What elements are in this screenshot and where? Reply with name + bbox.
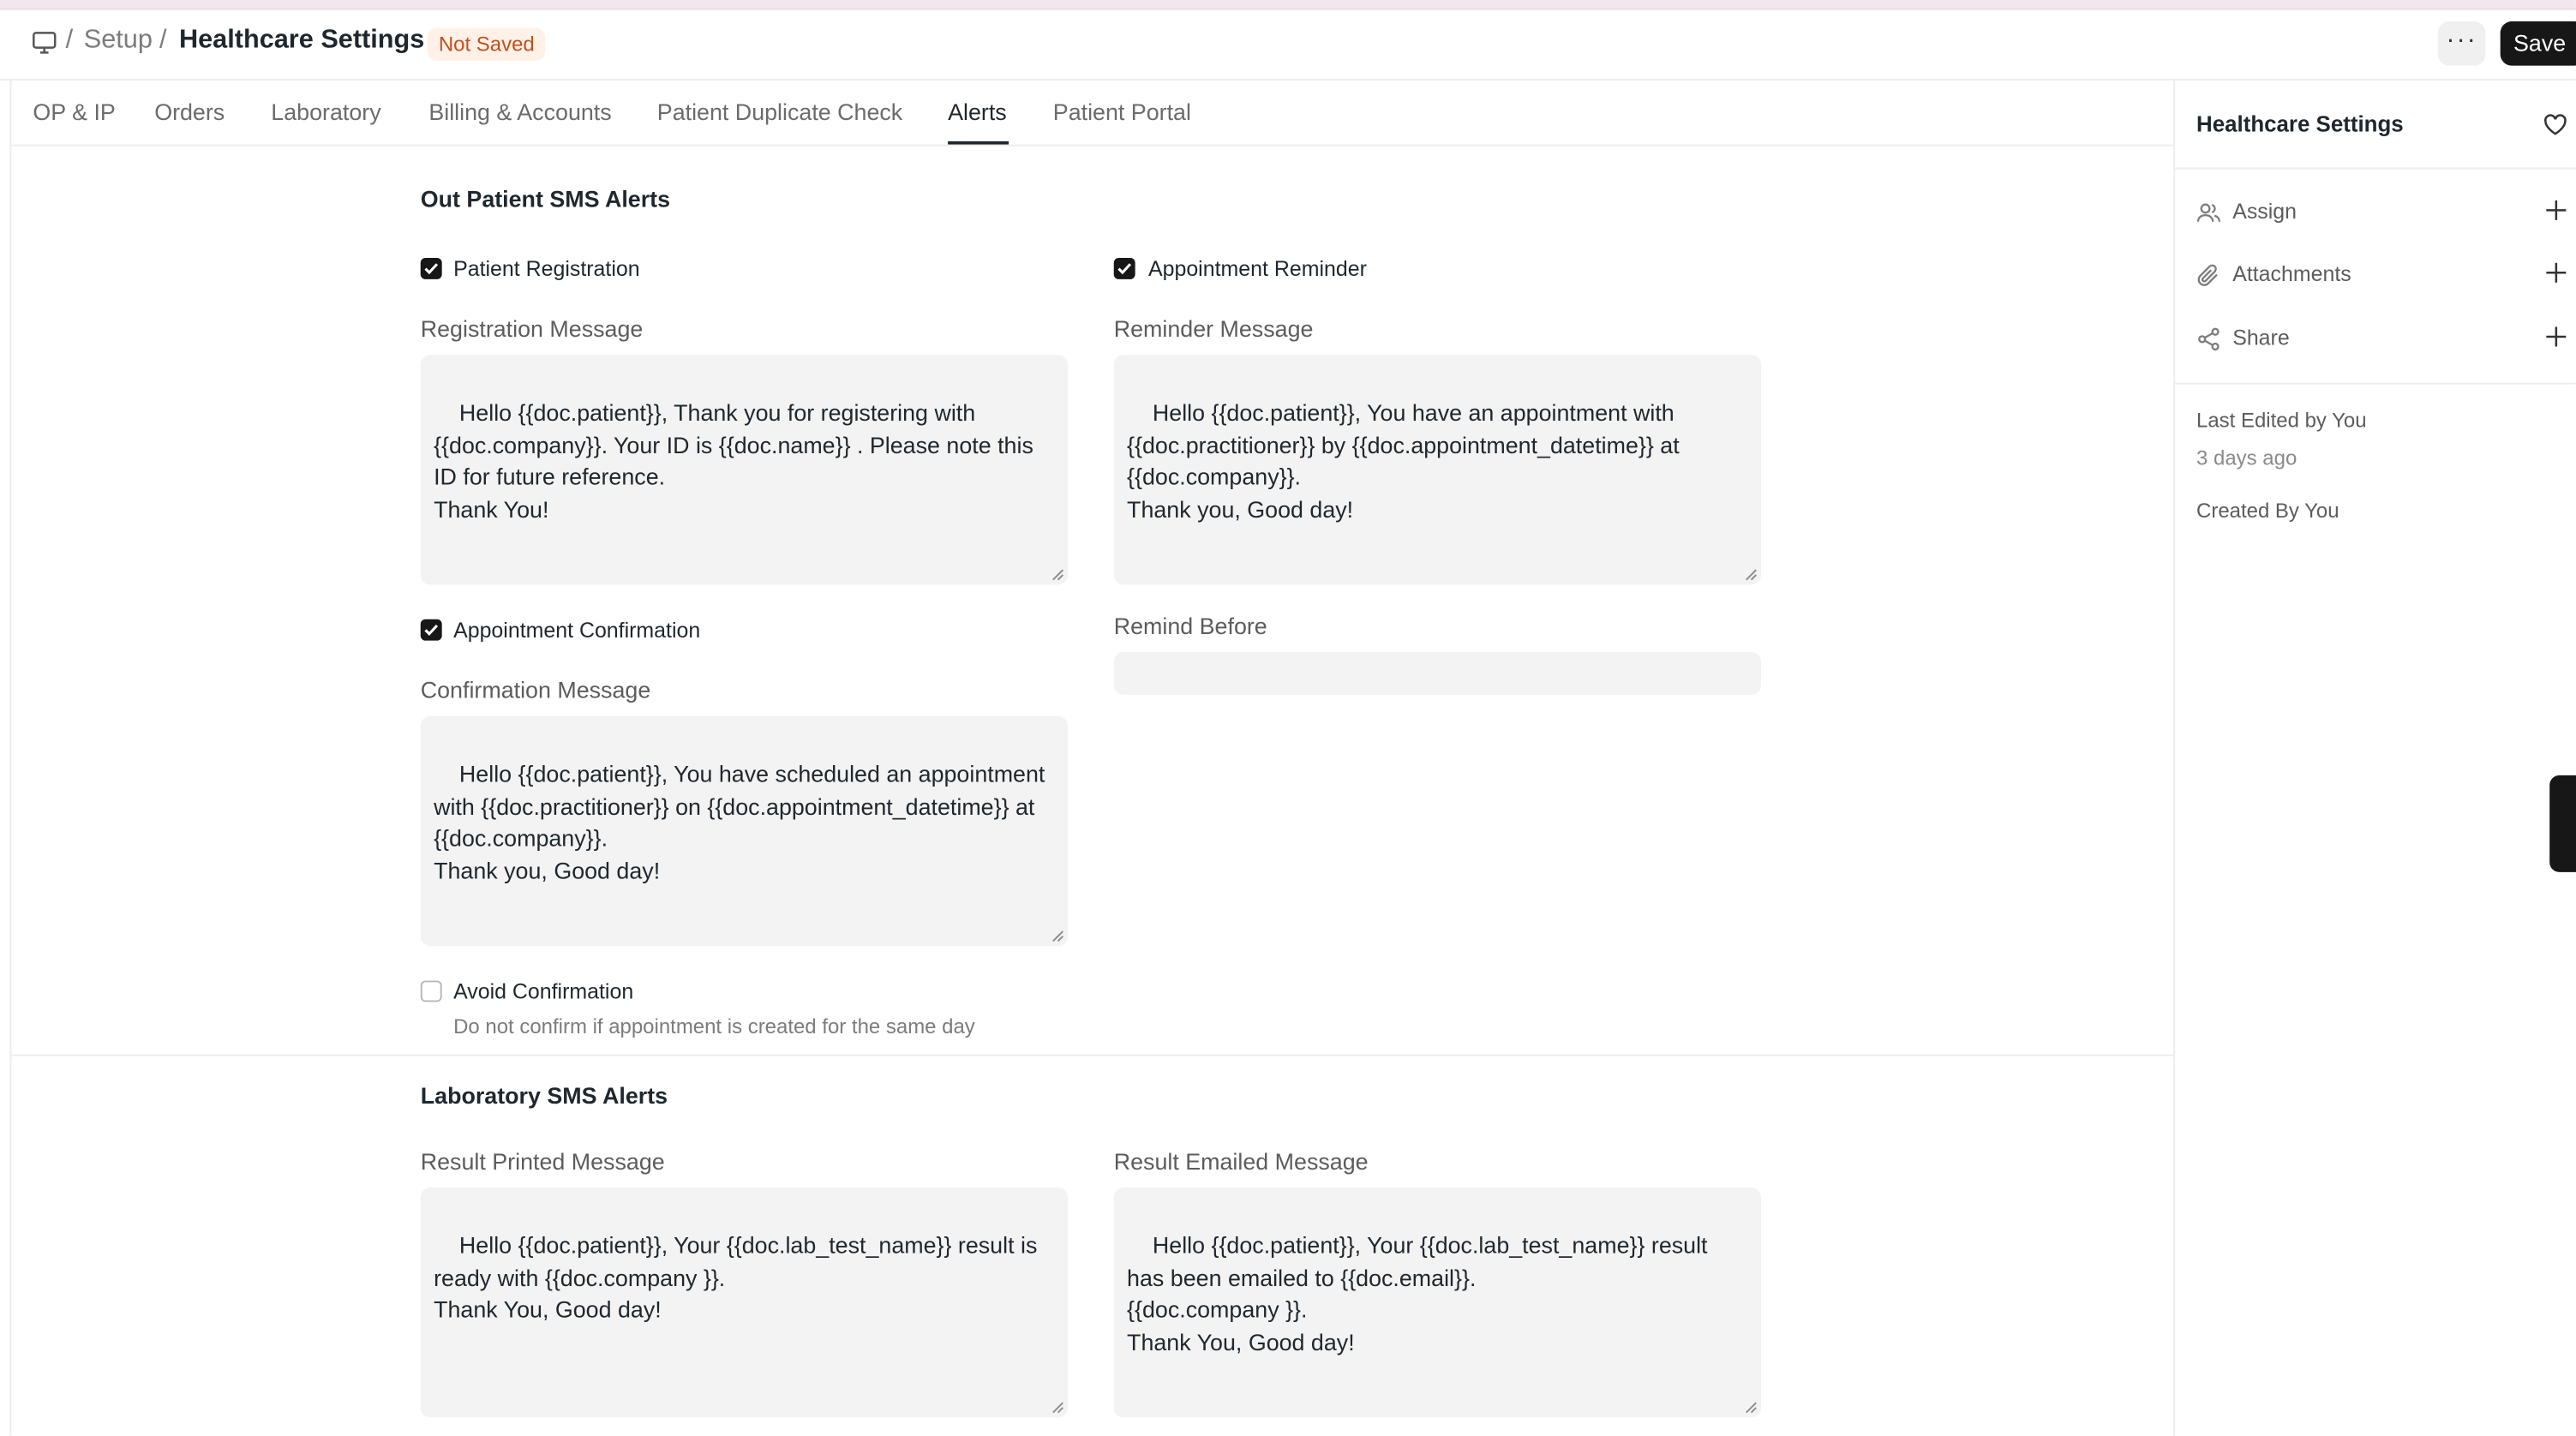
edge-toggle-button[interactable] (2549, 775, 2576, 872)
sidebar-divider-bottom (2175, 382, 2576, 385)
sidebar-item-label: Share (2232, 325, 2290, 350)
tab-orders[interactable]: Orders (154, 99, 225, 125)
result-printed-message-text: Hello {{doc.patient}}, Your {{doc.lab_te… (434, 1231, 1038, 1323)
registration-message-label: Registration Message (420, 315, 644, 342)
result-printed-message-textarea[interactable]: Hello {{doc.patient}}, Your {{doc.lab_te… (420, 1187, 1069, 1418)
last-edited-text[interactable]: Last Edited by You (2196, 409, 2367, 432)
patient-registration-checkbox[interactable] (420, 257, 442, 279)
plus-icon[interactable] (2544, 326, 2567, 349)
top-accent-line (0, 0, 2576, 10)
tab-alerts[interactable]: Alerts (948, 99, 1007, 125)
tab-patient-portal[interactable]: Patient Portal (1053, 99, 1191, 125)
section-divider (9, 1054, 2174, 1056)
users-icon (2196, 203, 2221, 222)
resize-handle-icon[interactable] (1051, 568, 1064, 581)
left-edge-divider (9, 79, 12, 1436)
result-emailed-message-textarea[interactable]: Hello {{doc.patient}}, Your {{doc.lab_te… (1113, 1187, 1762, 1418)
confirmation-message-text: Hello {{doc.patient}}, You have schedule… (434, 760, 1045, 884)
appointment-reminder-checkbox[interactable] (1113, 257, 1135, 279)
reminder-message-label: Reminder Message (1113, 315, 1314, 342)
appointment-confirmation-label[interactable]: Appointment Confirmation (453, 618, 700, 643)
result-emailed-message-label: Result Emailed Message (1113, 1147, 1369, 1175)
more-actions-button[interactable]: ··· (2437, 21, 2486, 66)
resize-handle-icon[interactable] (1051, 930, 1064, 942)
registration-message-textarea[interactable]: Hello {{doc.patient}}, Thank you for reg… (420, 355, 1069, 585)
paperclip-icon (2197, 264, 2218, 286)
status-badge: Not Saved (427, 27, 547, 61)
save-button[interactable]: Save (2500, 21, 2576, 66)
section-title-laboratory: Laboratory SMS Alerts (420, 1082, 668, 1109)
heart-icon[interactable] (2543, 113, 2568, 136)
page-header: / Setup / Healthcare Settings Not Saved … (0, 10, 2576, 80)
tab-billing-accounts[interactable]: Billing & Accounts (428, 99, 611, 125)
avoid-confirmation-checkbox[interactable] (420, 980, 442, 1002)
reminder-message-text: Hello {{doc.patient}}, You have an appoi… (1127, 398, 1680, 523)
breadcrumb-separator: / (159, 26, 167, 55)
avoid-confirmation-description: Do not confirm if appointment is created… (453, 1014, 975, 1038)
registration-message-text: Hello {{doc.patient}}, Thank you for reg… (434, 398, 1033, 523)
sidebar-item-share[interactable]: Share (2196, 324, 2576, 356)
sidebar-divider-top (2175, 167, 2576, 170)
appointment-confirmation-checkbox[interactable] (420, 619, 442, 641)
tabs-divider (9, 144, 2174, 147)
avoid-confirmation-label[interactable]: Avoid Confirmation (453, 979, 633, 1004)
check-icon (424, 624, 439, 636)
resize-handle-icon[interactable] (1745, 568, 1758, 581)
desktop-icon[interactable] (31, 30, 57, 57)
remind-before-label: Remind Before (1113, 613, 1267, 639)
sidebar-item-assign[interactable]: Assign (2196, 197, 2576, 230)
section-title-out-patient: Out Patient SMS Alerts (420, 185, 671, 212)
sidebar-item-label: Attachments (2232, 260, 2351, 286)
appointment-reminder-label[interactable]: Appointment Reminder (1148, 256, 1367, 281)
reminder-message-textarea[interactable]: Hello {{doc.patient}}, You have an appoi… (1113, 355, 1762, 585)
share-icon (2198, 327, 2220, 351)
tab-op-ip[interactable]: OP & IP (33, 99, 115, 125)
check-icon (424, 263, 439, 275)
check-icon (1117, 263, 1132, 275)
last-edited-time: 3 days ago (2196, 446, 2297, 470)
remind-before-input[interactable] (1113, 652, 1762, 695)
tab-patient-duplicate-check[interactable]: Patient Duplicate Check (657, 99, 902, 125)
result-printed-message-label: Result Printed Message (420, 1147, 665, 1175)
header-divider (0, 79, 2576, 81)
resize-handle-icon[interactable] (1051, 1401, 1064, 1414)
sidebar-item-attachments[interactable]: Attachments (2196, 260, 2576, 292)
plus-icon[interactable] (2544, 261, 2567, 284)
ellipsis-icon: ··· (2446, 26, 2477, 55)
tab-laboratory[interactable]: Laboratory (271, 99, 380, 125)
confirmation-message-label: Confirmation Message (420, 676, 651, 703)
created-by-text[interactable]: Created By You (2196, 500, 2339, 523)
sidebar-divider (2173, 79, 2176, 1436)
breadcrumb-setup[interactable]: Setup (84, 27, 153, 57)
confirmation-message-textarea[interactable]: Hello {{doc.patient}}, You have schedule… (420, 715, 1069, 947)
page-title: Healthcare Settings (178, 26, 425, 55)
plus-icon[interactable] (2544, 199, 2567, 222)
result-emailed-message-text: Hello {{doc.patient}}, Your {{doc.lab_te… (1127, 1231, 1708, 1355)
sidebar-title: Healthcare Settings (2196, 111, 2404, 137)
sidebar-item-label: Assign (2232, 198, 2297, 224)
breadcrumb-separator: / (65, 26, 74, 55)
patient-registration-label[interactable]: Patient Registration (453, 256, 639, 281)
resize-handle-icon[interactable] (1745, 1401, 1758, 1414)
